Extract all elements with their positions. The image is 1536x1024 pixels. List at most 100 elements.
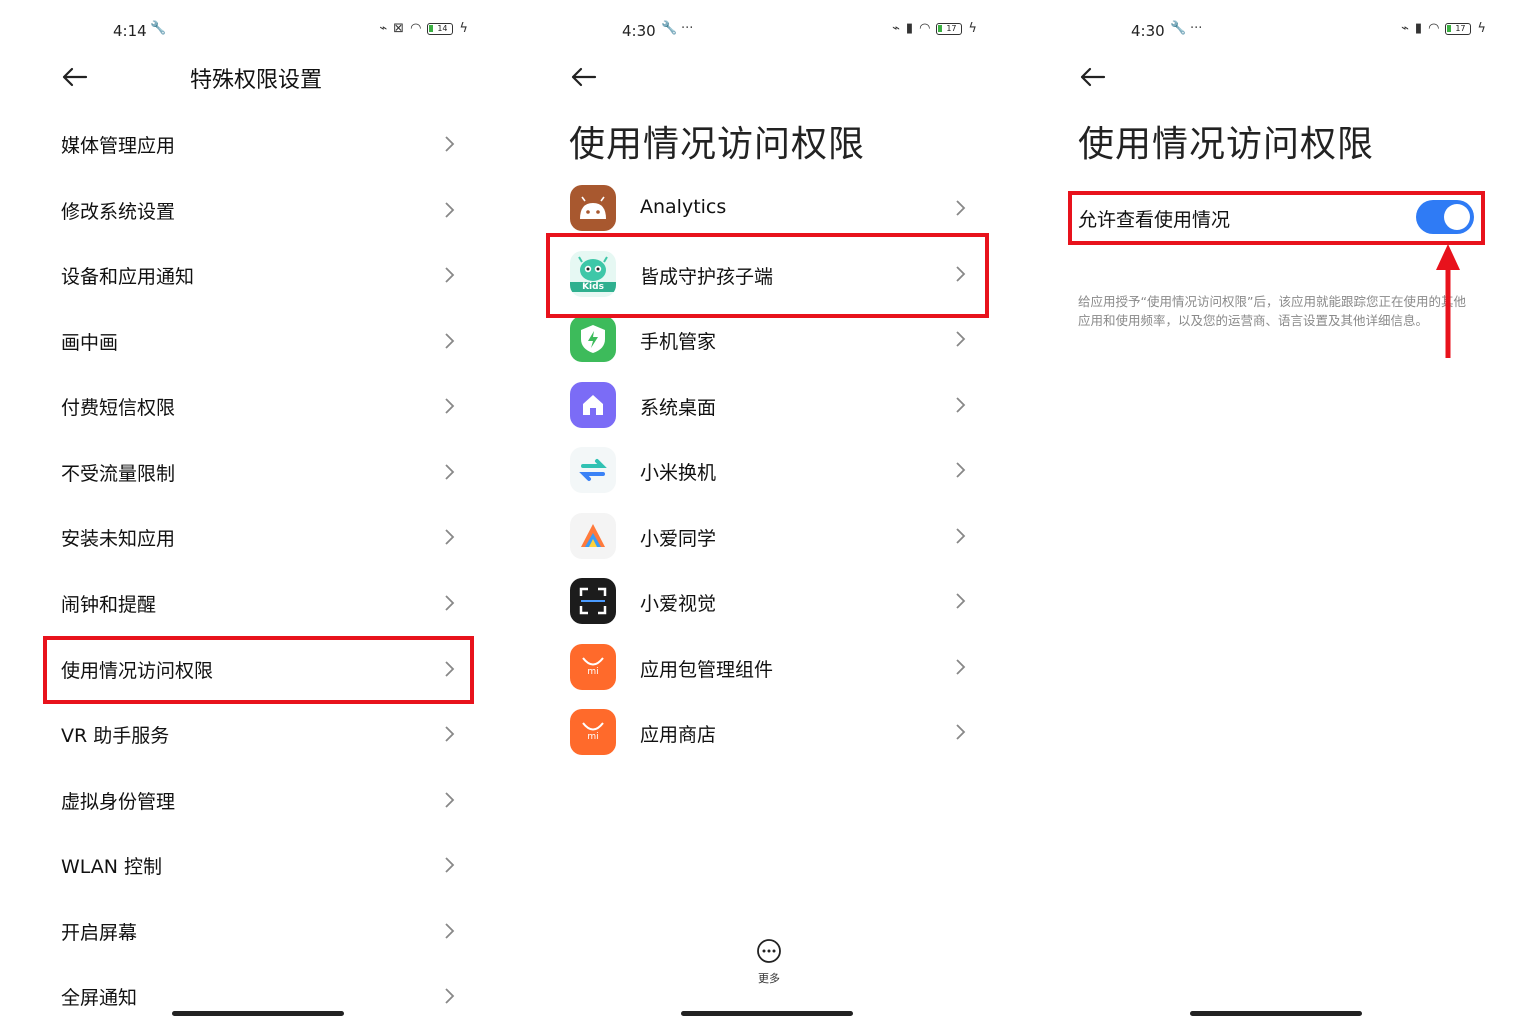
list-item-label: 不受流量限制 (61, 463, 176, 485)
list-item-install-unknown-apps[interactable]: 安装未知应用 (0, 506, 508, 566)
app-row-launcher[interactable]: 系统桌面 (509, 375, 1017, 435)
more-label: 更多 (758, 972, 780, 985)
list-item-label: 使用情况访问权限 (61, 660, 214, 682)
allow-usage-access-row: 允许查看使用情况 (1018, 190, 1526, 246)
wrench-icon: 🔧 (661, 21, 678, 36)
status-icons: ⌁ ⊠ ◠ 14 ϟ (379, 22, 468, 36)
more-status-icon: ··· (1190, 21, 1203, 36)
scan-icon (570, 578, 616, 624)
status-time: 4:30 (1131, 22, 1165, 40)
chevron-right-icon (445, 595, 455, 611)
chevron-right-icon (956, 397, 966, 413)
back-button[interactable] (60, 62, 90, 92)
list-item-usage-access[interactable]: 使用情况访问权限 (0, 638, 508, 698)
charging-icon: ϟ (968, 21, 977, 36)
list-item-modify-system-settings[interactable]: 修改系统设置 (0, 179, 508, 239)
wifi-icon: ◠ (410, 21, 422, 36)
wrench-icon: 🔧 (1170, 21, 1187, 36)
chevron-right-icon (445, 398, 455, 414)
usage-access-detail-screen: 4:30 🔧 ··· ⌁ ▮ ◠ 17 ϟ 使用情况访问权限 允许查看使用情况 … (1018, 0, 1526, 1024)
list-item-vr-helper[interactable]: VR 助手服务 (0, 703, 508, 763)
special-permissions-screen: 4:14 🔧 ⌁ ⊠ ◠ 14 ϟ 特殊权限设置 媒体管理应用 修改系统设置 设… (0, 0, 508, 1024)
more-button[interactable]: 更多 (751, 938, 787, 988)
wifi-icon: ◠ (919, 21, 931, 36)
app-row-analytics[interactable]: Analytics (509, 178, 1017, 238)
home-indicator (681, 1011, 853, 1016)
usage-access-app-list-screen: 4:30 🔧 ··· ⌁ ▮ ◠ 17 ϟ 使用情况访问权限 Analytics… (509, 0, 1017, 1024)
status-time: 4:14 (113, 22, 147, 40)
app-row-kids-guard[interactable]: Kids 皆成守护孩子端 (509, 244, 1017, 304)
signal-icon: ▮ (905, 21, 914, 36)
app-label: Analytics (640, 196, 727, 218)
mute-vibrate-icon: ⌁ (1401, 21, 1409, 36)
wifi-icon: ◠ (1428, 21, 1440, 36)
app-row-xiaoai-vision[interactable]: 小爱视觉 (509, 571, 1017, 631)
mi-store-icon: mi (570, 709, 616, 755)
status-bar: 4:30 🔧 ··· ⌁ ▮ ◠ 17 ϟ (509, 20, 1017, 44)
chevron-right-icon (956, 462, 966, 478)
mi-badge: mi (587, 667, 599, 677)
wrench-icon: 🔧 (150, 21, 167, 36)
toggle-label: 允许查看使用情况 (1078, 209, 1231, 231)
back-arrow-icon (571, 67, 597, 87)
app-row-package-installer[interactable]: mi 应用包管理组件 (509, 637, 1017, 697)
signal-icon: ▮ (1414, 21, 1423, 36)
list-item-label: WLAN 控制 (61, 856, 163, 878)
back-arrow-icon (1080, 67, 1106, 87)
chevron-right-icon (956, 528, 966, 544)
app-row-security[interactable]: 手机管家 (509, 309, 1017, 369)
back-button[interactable] (569, 62, 599, 92)
list-item-unrestricted-data[interactable]: 不受流量限制 (0, 441, 508, 501)
app-row-mi-mover[interactable]: 小米换机 (509, 440, 1017, 500)
chevron-right-icon (445, 202, 455, 218)
list-item-alarms-reminders[interactable]: 闹钟和提醒 (0, 572, 508, 632)
battery-icon: 17 (1445, 23, 1472, 35)
no-sim-icon: ⊠ (393, 21, 405, 36)
battery-icon: 17 (936, 23, 963, 35)
list-item-wlan-control[interactable]: WLAN 控制 (0, 834, 508, 894)
list-item-label: 画中画 (61, 332, 119, 354)
list-item-media-management[interactable]: 媒体管理应用 (0, 113, 508, 173)
list-item-label: 闹钟和提醒 (61, 594, 157, 616)
chevron-right-icon (445, 726, 455, 742)
more-status-icon: ··· (681, 21, 694, 36)
xiaoai-icon (570, 513, 616, 559)
list-item-label: 付费短信权限 (61, 397, 176, 419)
mute-vibrate-icon: ⌁ (379, 21, 388, 36)
back-button[interactable] (1078, 62, 1108, 92)
list-item-turn-on-screen[interactable]: 开启屏幕 (0, 900, 508, 960)
more-icon (757, 939, 781, 963)
chevron-right-icon (445, 333, 455, 349)
chevron-right-icon (956, 724, 966, 740)
app-label: 应用商店 (640, 724, 717, 746)
page-title: 使用情况访问权限 (569, 124, 866, 165)
mi-badge: mi (587, 732, 599, 742)
kids-icon: Kids (570, 251, 616, 297)
list-item-device-app-notifications[interactable]: 设备和应用通知 (0, 244, 508, 304)
app-label: 小米换机 (640, 462, 717, 484)
list-item-picture-in-picture[interactable]: 画中画 (0, 310, 508, 370)
mi-bag-icon: mi (570, 644, 616, 690)
list-item-virtual-identity[interactable]: 虚拟身份管理 (0, 769, 508, 829)
chevron-right-icon (956, 266, 966, 282)
kids-badge: Kids (570, 282, 616, 292)
app-label: 应用包管理组件 (640, 659, 774, 681)
home-icon (570, 382, 616, 428)
chevron-right-icon (445, 923, 455, 939)
app-label: 皆成守护孩子端 (640, 266, 774, 288)
chevron-right-icon (445, 988, 455, 1004)
chevron-right-icon (445, 464, 455, 480)
chevron-right-icon (445, 529, 455, 545)
app-row-app-store[interactable]: mi 应用商店 (509, 702, 1017, 762)
app-row-xiaoai[interactable]: 小爱同学 (509, 506, 1017, 566)
list-item-premium-sms[interactable]: 付费短信权限 (0, 375, 508, 435)
list-item-label: 开启屏幕 (61, 922, 138, 944)
shield-icon (570, 316, 616, 362)
home-indicator (1190, 1011, 1362, 1016)
charging-icon: ϟ (1477, 21, 1486, 36)
list-item-label: 媒体管理应用 (61, 135, 176, 157)
status-bar: 4:14 🔧 ⌁ ⊠ ◠ 14 ϟ (0, 20, 508, 44)
android-icon (570, 185, 616, 231)
allow-usage-access-toggle[interactable] (1416, 200, 1474, 234)
app-label: 小爱视觉 (640, 593, 717, 615)
